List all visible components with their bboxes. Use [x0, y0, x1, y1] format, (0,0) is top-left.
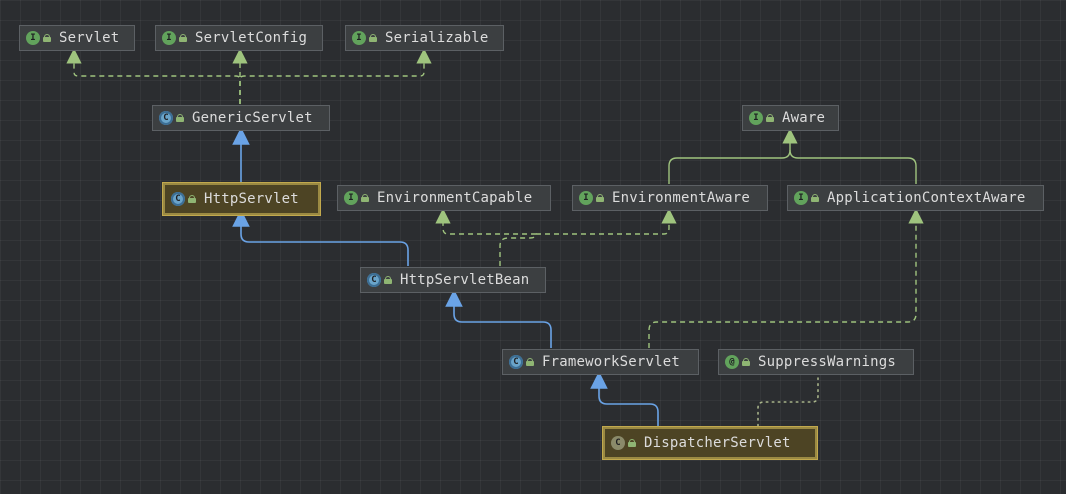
- node-httpservlet[interactable]: C HttpServlet: [162, 182, 321, 216]
- abstract-class-icon: C: [367, 273, 381, 287]
- interface-icon: I: [344, 191, 358, 205]
- edge-applicationcontextaware-aware: [789, 149, 917, 184]
- node-httpservletbean[interactable]: C HttpServletBean: [360, 267, 546, 293]
- interface-icon: I: [162, 31, 176, 45]
- interface-icon: I: [579, 191, 593, 205]
- public-access-icon: [188, 195, 196, 203]
- interface-icon: I: [794, 191, 808, 205]
- public-access-icon: [369, 34, 377, 42]
- node-label: ApplicationContextAware: [827, 190, 1026, 206]
- public-access-icon: [176, 114, 184, 122]
- public-access-icon: [596, 194, 604, 202]
- node-dispatcherservlet[interactable]: C DispatcherServlet: [602, 426, 818, 460]
- public-access-icon: [43, 34, 51, 42]
- node-label: DispatcherServlet: [644, 435, 791, 451]
- edge-dispatcherservlet-suppresswarnings: [757, 377, 819, 427]
- interface-icon: I: [26, 31, 40, 45]
- node-frameworkservlet[interactable]: C FrameworkServlet: [502, 349, 699, 375]
- abstract-class-icon: C: [509, 355, 523, 369]
- public-access-icon: [179, 34, 187, 42]
- abstract-class-icon: C: [159, 111, 173, 125]
- node-label: GenericServlet: [192, 110, 313, 126]
- public-access-icon: [361, 194, 369, 202]
- class-icon: C: [611, 436, 625, 450]
- node-label: EnvironmentAware: [612, 190, 751, 206]
- node-label: Aware: [782, 110, 826, 126]
- node-label: EnvironmentCapable: [377, 190, 533, 206]
- edge-httpservletbean-environmentcapable: [435, 208, 537, 266]
- node-label: Serializable: [385, 30, 489, 46]
- node-aware[interactable]: I Aware: [742, 105, 839, 131]
- node-suppresswarnings[interactable]: @ SuppressWarnings: [718, 349, 914, 375]
- class-diagram: I Servlet I ServletConfig I Serializable…: [0, 0, 1066, 494]
- edge-dispatcherservlet-frameworkservlet: [590, 371, 659, 426]
- public-access-icon: [384, 276, 392, 284]
- edges-layer: [66, 48, 924, 427]
- interface-icon: I: [749, 111, 763, 125]
- node-genericservlet[interactable]: C GenericServlet: [152, 105, 330, 131]
- node-label: HttpServletBean: [400, 272, 530, 288]
- public-access-icon: [811, 194, 819, 202]
- node-label: HttpServlet: [204, 191, 299, 207]
- public-access-icon: [766, 114, 774, 122]
- node-label: Servlet: [59, 30, 120, 46]
- node-label: SuppressWarnings: [758, 354, 897, 370]
- public-access-icon: [526, 358, 534, 366]
- annotation-icon: @: [725, 355, 739, 369]
- node-applicationcontextaware[interactable]: I ApplicationContextAware: [787, 185, 1044, 211]
- node-servletconfig[interactable]: I ServletConfig: [155, 25, 323, 51]
- node-label: FrameworkServlet: [542, 354, 681, 370]
- node-environmentcapable[interactable]: I EnvironmentCapable: [337, 185, 551, 211]
- edge-genericservlet-servlet: [66, 48, 241, 104]
- node-serializable[interactable]: I Serializable: [345, 25, 504, 51]
- edge-environmentaware-aware: [668, 128, 798, 184]
- public-access-icon: [628, 439, 636, 447]
- edge-httpservletbean-environmentaware: [536, 208, 677, 235]
- edge-genericservlet-serializable: [239, 48, 432, 104]
- node-servlet[interactable]: I Servlet: [19, 25, 135, 51]
- edge-frameworkservlet-applicationcontextaware: [648, 208, 924, 348]
- edge-frameworkservlet-httpservletbean: [445, 289, 552, 348]
- node-environmentaware[interactable]: I EnvironmentAware: [572, 185, 768, 211]
- interface-icon: I: [352, 31, 366, 45]
- public-access-icon: [742, 358, 750, 366]
- edge-httpservletbean-httpservlet: [232, 209, 409, 266]
- abstract-class-icon: C: [171, 192, 185, 206]
- node-label: ServletConfig: [195, 30, 308, 46]
